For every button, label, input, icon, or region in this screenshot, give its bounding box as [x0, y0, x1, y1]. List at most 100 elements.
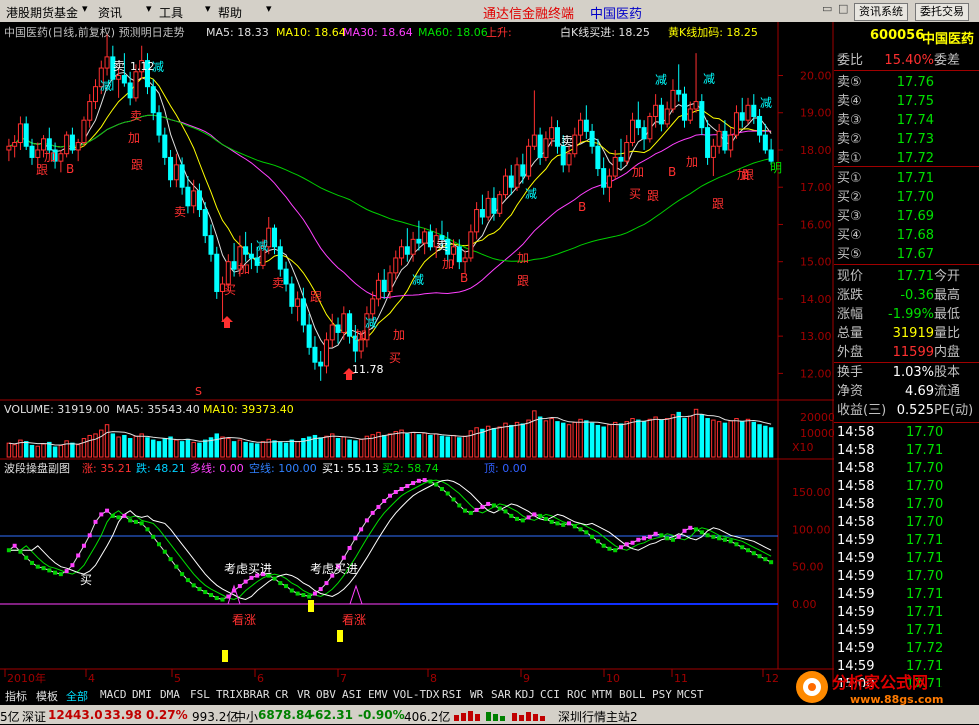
tab-emv[interactable]: EMV: [368, 688, 388, 701]
candle-body: [670, 89, 676, 110]
candle-body: [6, 145, 12, 151]
volume-bar: [572, 421, 578, 458]
tab-fsl[interactable]: FSL: [190, 688, 210, 701]
signal-block: [222, 650, 228, 662]
candle-body: [64, 134, 70, 155]
tab-trix[interactable]: TRIX: [216, 688, 243, 701]
candle-body: [35, 149, 41, 158]
signal-follow: 跟: [647, 189, 659, 203]
tab-psy[interactable]: PSY: [652, 688, 672, 701]
candle-body: [277, 246, 283, 270]
dropdown-arrow-icon[interactable]: ▾: [266, 2, 272, 15]
quote-row-label: 委比: [837, 53, 864, 68]
volume-bar: [543, 420, 549, 458]
volume-bar: [179, 441, 185, 458]
candle-body: [554, 127, 560, 147]
indicator-dot: [445, 491, 450, 496]
menu-item-news[interactable]: 资讯: [98, 4, 122, 21]
volume-bar: [555, 421, 560, 458]
news-system-button[interactable]: 资讯系统: [854, 3, 908, 21]
tab-mtm[interactable]: MTM: [592, 688, 612, 701]
ma5-label: MA5: 18.33: [206, 26, 269, 39]
quote-row-value: 17.74: [896, 113, 934, 128]
tab-全部[interactable]: 全部: [66, 688, 88, 704]
indicator-dot: [284, 584, 289, 589]
signal-follow: 跟: [131, 158, 143, 172]
volume-bar: [740, 421, 745, 458]
candle-body: [635, 119, 641, 129]
tab-boll[interactable]: BOLL: [619, 688, 646, 701]
tab-cr[interactable]: CR: [275, 688, 288, 701]
candle-body: [323, 339, 330, 367]
x-axis-label: 9: [523, 672, 530, 685]
tab-macd[interactable]: MACD: [100, 688, 127, 701]
tick-time: 14:59: [837, 533, 875, 548]
indicator-dot: [6, 548, 11, 553]
tick-row: 14:58 17.70: [834, 496, 979, 514]
tab-cci[interactable]: CCI: [540, 688, 560, 701]
dropdown-arrow-icon[interactable]: ▾: [146, 2, 152, 15]
dropdown-arrow-icon[interactable]: ▾: [82, 2, 88, 15]
tab-kdj[interactable]: KDJ: [515, 688, 535, 701]
tab-指标[interactable]: 指标: [5, 688, 27, 704]
status-left-cut: 5亿: [0, 710, 20, 724]
candle-body: [168, 156, 174, 181]
tab-wr[interactable]: WR: [470, 688, 483, 701]
s-mark: S: [195, 385, 202, 398]
volume-bar: [445, 436, 450, 458]
ma10-label: MA10: 18.64: [276, 26, 346, 39]
tab-obv[interactable]: OBV: [316, 688, 336, 701]
tab-roc[interactable]: ROC: [567, 688, 587, 701]
tab-rsi[interactable]: RSI: [442, 688, 462, 701]
candle-body: [606, 175, 612, 188]
indicator-dot: [688, 525, 693, 530]
indicator-dot: [110, 513, 115, 518]
quote-row-right-label: PE(动): [934, 403, 974, 418]
indicator-dot: [746, 548, 751, 553]
stock-chart[interactable]: 中国医药(日线,前复权) 预测明日走势 MA5: 18.33 MA10: 18.…: [0, 22, 834, 687]
candle-body: [92, 86, 99, 103]
indicator-dot: [370, 510, 375, 515]
tick-time: 14:59: [837, 641, 875, 656]
signal-add: 加: [632, 165, 644, 179]
tab-vr[interactable]: VR: [297, 688, 310, 701]
indicator-dot: [613, 548, 618, 553]
tab-asi[interactable]: ASI: [342, 688, 362, 701]
restore-icon[interactable]: □: [838, 2, 848, 15]
candle-body: [543, 138, 549, 158]
tab-dma[interactable]: DMA: [160, 688, 180, 701]
indicator-dot: [359, 527, 364, 532]
trade-button[interactable]: 委托交易: [915, 3, 969, 21]
candle-body: [676, 89, 682, 95]
tick-price: 17.70: [906, 569, 944, 584]
quote-row-label: 卖④: [837, 94, 862, 109]
tab-mcst[interactable]: MCST: [677, 688, 704, 701]
quote-row-value: 17.76: [896, 75, 934, 90]
menu-item-hk[interactable]: 港股期货基金: [6, 4, 78, 21]
volume-bar: [422, 432, 427, 458]
sz-index-value: 12443.0: [48, 708, 103, 722]
indicator-dot: [35, 564, 40, 569]
quote-separator: [834, 264, 979, 265]
tab-sar[interactable]: SAR: [491, 688, 511, 701]
minimize-icon[interactable]: ▭: [822, 2, 832, 15]
dropdown-arrow-icon[interactable]: ▾: [205, 2, 211, 15]
quote-row: 买⑤ 17.67: [834, 246, 979, 264]
quote-row-right-label: 最高: [934, 288, 961, 303]
menu-item-tools[interactable]: 工具: [159, 4, 183, 21]
tab-模板[interactable]: 模板: [36, 688, 58, 704]
indicator-axis-label: 100.00: [792, 523, 831, 536]
indicator-dot: [503, 509, 508, 514]
tab-dmi[interactable]: DMI: [132, 688, 152, 701]
signal-reduce: 减: [412, 273, 424, 287]
indicator-buy2: 买2: 58.74: [382, 462, 439, 475]
signal-block: [308, 600, 314, 612]
menu-item-help[interactable]: 帮助: [218, 4, 242, 21]
indicator-dot: [295, 591, 300, 596]
tab-vol-tdx[interactable]: VOL-TDX: [393, 688, 439, 701]
volume-bar: [226, 438, 231, 458]
candle-body: [300, 298, 306, 326]
tab-brar[interactable]: BRAR: [243, 688, 270, 701]
volume-bar: [480, 428, 485, 458]
tick-price: 17.70: [906, 479, 944, 494]
